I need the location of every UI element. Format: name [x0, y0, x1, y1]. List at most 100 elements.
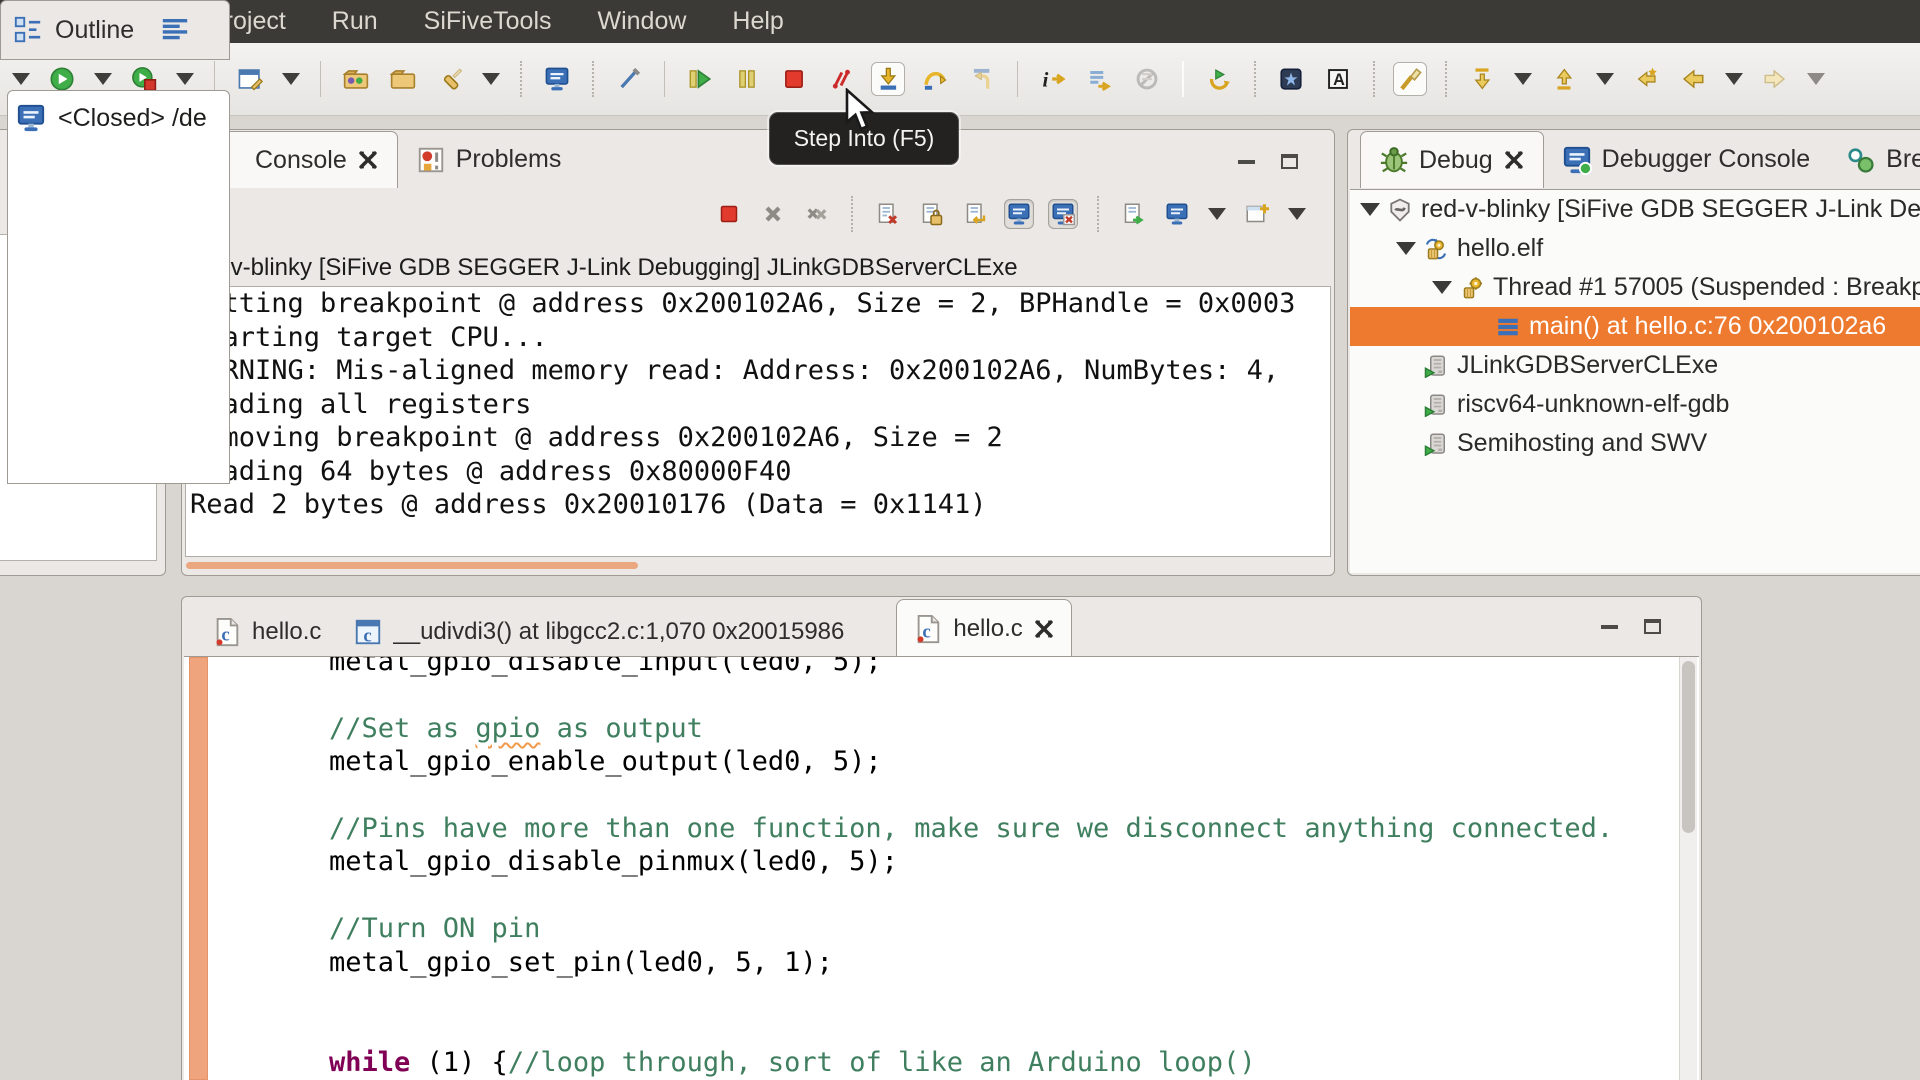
- remove-annotations-button[interactable]: [612, 62, 646, 96]
- tree-row[interactable]: riscv64-unknown-elf-gdb: [1350, 385, 1920, 424]
- tab-bre[interactable]: Bre: [1828, 131, 1920, 188]
- back-dropdown-icon[interactable]: [1725, 73, 1743, 85]
- tab-label: Bre: [1886, 145, 1920, 173]
- restart-button[interactable]: [1202, 62, 1236, 96]
- editor-maximize-button[interactable]: [1644, 619, 1661, 634]
- menu-item-window[interactable]: Window: [598, 7, 687, 36]
- display-console-button[interactable]: [1162, 199, 1192, 229]
- suspend-button[interactable]: [730, 62, 764, 96]
- menu-item-sifivetools[interactable]: SiFiveTools: [424, 7, 552, 36]
- expand-twisty-icon[interactable]: [1360, 203, 1380, 216]
- open-new-console-button[interactable]: [1242, 199, 1272, 229]
- console-maximize-button[interactable]: [1281, 154, 1298, 169]
- console-toolbar: [714, 196, 1308, 232]
- run-dropdown-icon[interactable]: [94, 73, 112, 85]
- tab-debugger-console[interactable]: Debugger Console: [1544, 131, 1828, 188]
- open-console-button[interactable]: [540, 62, 574, 96]
- scrollbar-thumb[interactable]: [1682, 661, 1695, 833]
- tree-row[interactable]: red-v-blinky [SiFive GDB SEGGER J-Link D…: [1350, 190, 1920, 229]
- bp-icon: [1846, 145, 1876, 175]
- tab-hello-c[interactable]: hello.c: [896, 599, 1072, 657]
- skip-all-breakpoints-button[interactable]: [1130, 62, 1164, 96]
- outline-tab-label[interactable]: Outline: [55, 16, 134, 45]
- tree-row[interactable]: Semihosting and SWV: [1350, 424, 1920, 463]
- clear-console-button[interactable]: [872, 199, 902, 229]
- toolbar-separator: [1445, 61, 1447, 97]
- tab--udivdi3-at-libgcc2-c-1-070-0x20015986[interactable]: __udivdi3() at libgcc2.c:1,070 0x2001598…: [337, 607, 860, 657]
- tab-hello-c[interactable]: hello.c: [196, 607, 337, 657]
- terminal-tab-row[interactable]: <Closed> /de: [8, 91, 229, 143]
- code-line: //Turn ON pin: [329, 913, 541, 945]
- segger-flash-button[interactable]: [1274, 62, 1308, 96]
- next-annotation-button[interactable]: [1465, 62, 1499, 96]
- code-line: metal_gpio_disable_pinmux(led0, 5);: [329, 846, 898, 878]
- memory-button[interactable]: [1321, 62, 1355, 96]
- scroll-lock-button[interactable]: [916, 199, 946, 229]
- last-edit-location-button[interactable]: [1629, 62, 1663, 96]
- code-editor[interactable]: metal_gpio_disable_input(led0, 5); //Set…: [184, 656, 1699, 1080]
- console-output[interactable]: Setting breakpoint @ address 0x200102A6,…: [185, 286, 1331, 557]
- remove-all-terminated-button[interactable]: [802, 199, 832, 229]
- tree-row-label: main() at hello.c:76 0x200102a6: [1529, 312, 1887, 340]
- forward-dropdown-icon[interactable]: [1807, 73, 1825, 85]
- editor-annotation-ruler[interactable]: [189, 657, 208, 1080]
- dropdown-icon[interactable]: [12, 73, 30, 85]
- expand-twisty-icon[interactable]: [1432, 281, 1452, 294]
- format-brush-button[interactable]: [1393, 62, 1427, 96]
- close-icon[interactable]: [1503, 149, 1525, 171]
- show-console-stderr-button[interactable]: [1048, 199, 1078, 229]
- word-wrap-button[interactable]: [960, 199, 990, 229]
- forward-button[interactable]: [1758, 62, 1792, 96]
- back-button[interactable]: [1676, 62, 1710, 96]
- show-execution-button[interactable]: [1083, 62, 1117, 96]
- tree-row[interactable]: Thread #1 57005 (Suspended : Breakpo: [1350, 268, 1920, 307]
- step-over-button[interactable]: [918, 62, 952, 96]
- terminate-console-button[interactable]: [714, 199, 744, 229]
- editor-minimize-button[interactable]: [1601, 624, 1618, 629]
- console-horizontal-scrollbar[interactable]: [186, 562, 638, 569]
- display-console-dropdown-icon[interactable]: [1208, 208, 1226, 220]
- new-wizard-button[interactable]: [233, 62, 267, 96]
- menu-item-help[interactable]: Help: [732, 7, 783, 36]
- search-dropdown-icon[interactable]: [482, 73, 500, 85]
- toolbar-separator: [520, 61, 522, 97]
- terminal-console-icon: [16, 103, 46, 133]
- previous-annotation-button[interactable]: [1547, 62, 1581, 96]
- open-resource-button[interactable]: [386, 62, 420, 96]
- terminate-button[interactable]: [777, 62, 811, 96]
- tree-row[interactable]: hello.elf: [1350, 229, 1920, 268]
- editor-vertical-scrollbar[interactable]: [1679, 657, 1697, 1080]
- instruction-stepping-button[interactable]: [1036, 62, 1070, 96]
- expand-twisty-icon[interactable]: [1396, 242, 1416, 255]
- cfile-icon: [212, 617, 242, 647]
- tree-row[interactable]: JLinkGDBServerCLExe: [1350, 346, 1920, 385]
- next-annotation-dropdown-icon[interactable]: [1514, 73, 1532, 85]
- open-element-button[interactable]: [339, 62, 373, 96]
- close-icon[interactable]: [1033, 618, 1055, 640]
- new-wizard-dropdown-icon[interactable]: [282, 73, 300, 85]
- tab-debug[interactable]: Debug: [1360, 131, 1544, 188]
- resume-button[interactable]: [683, 62, 717, 96]
- remove-launch-button[interactable]: [758, 199, 788, 229]
- close-icon[interactable]: [357, 149, 379, 171]
- disassembly-icon[interactable]: [160, 15, 190, 45]
- tree-row[interactable]: main() at hello.c:76 0x200102a6: [1350, 307, 1920, 346]
- display-selected-console-button[interactable]: [1118, 199, 1148, 229]
- step-return-button[interactable]: [965, 62, 999, 96]
- search-button[interactable]: [433, 62, 467, 96]
- console-minimize-button[interactable]: [1238, 159, 1255, 164]
- tree-row-label: riscv64-unknown-elf-gdb: [1457, 390, 1730, 418]
- tab-problems[interactable]: Problems: [398, 131, 580, 188]
- previous-annotation-dropdown-icon[interactable]: [1596, 73, 1614, 85]
- tab-label: Debug: [1419, 145, 1493, 174]
- external-tools-dropdown-icon[interactable]: [176, 73, 194, 85]
- toolbar-separator: [1182, 61, 1184, 97]
- open-new-console-dropdown-icon[interactable]: [1288, 208, 1306, 220]
- tree-row-label: Semihosting and SWV: [1457, 429, 1708, 457]
- console-line: WARNING: Mis-aligned memory read: Addres…: [190, 355, 1280, 386]
- console-line: Removing breakpoint @ address 0x200102A6…: [190, 422, 1003, 453]
- menu-item-run[interactable]: Run: [332, 7, 378, 36]
- code-line: metal_gpio_set_pin(led0, 5, 1);: [329, 946, 833, 978]
- show-console-stdout-button[interactable]: [1004, 199, 1034, 229]
